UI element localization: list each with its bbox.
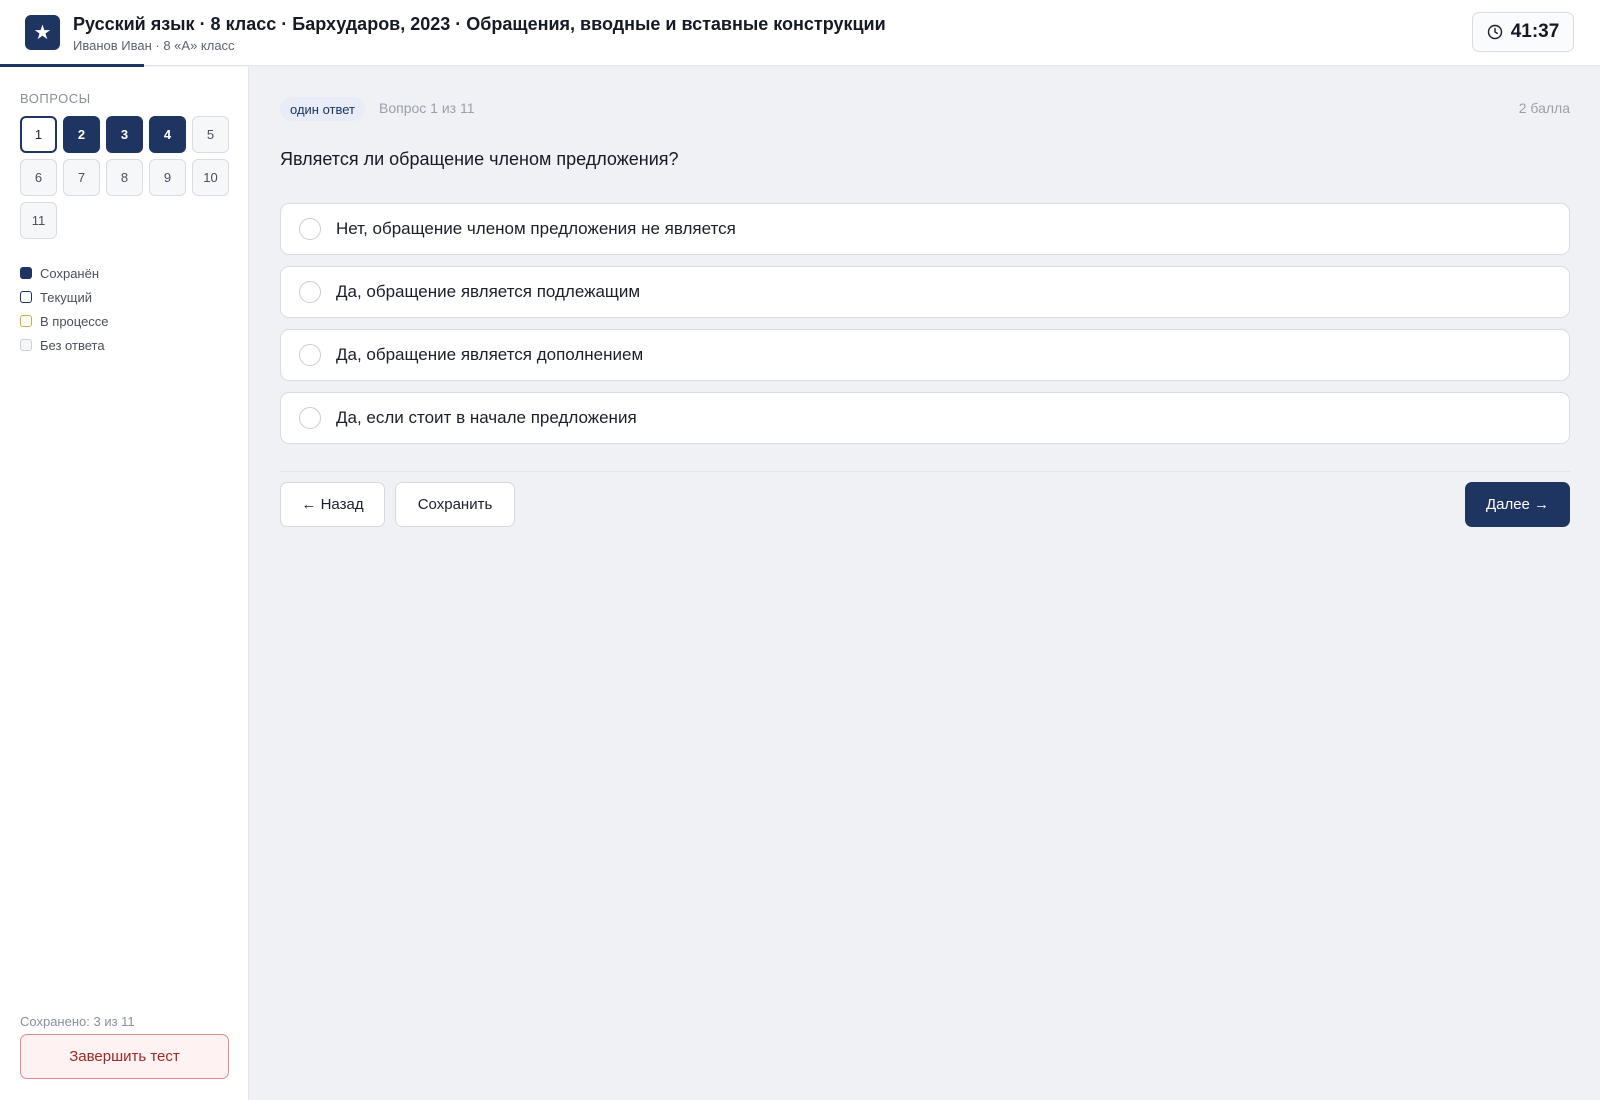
question-nav-button[interactable]: 5: [192, 116, 229, 153]
finish-test-button[interactable]: Завершить тест: [20, 1034, 229, 1079]
in-progress-swatch-icon: [20, 315, 32, 327]
answer-option[interactable]: Да, обращение является подлежащим: [280, 266, 1570, 318]
answer-option[interactable]: Нет, обращение членом предложения не явл…: [280, 203, 1570, 255]
answer-option-label: Нет, обращение членом предложения не явл…: [336, 219, 736, 238]
legend-saved-label: Сохранён: [40, 265, 100, 281]
answer-options: Нет, обращение членом предложения не явл…: [280, 203, 1570, 455]
save-button[interactable]: Сохранить: [395, 482, 515, 527]
radio-icon[interactable]: [299, 218, 321, 240]
answer-option[interactable]: Да, если стоит в начале предложения: [280, 392, 1570, 444]
question-nav-button[interactable]: 1: [20, 116, 57, 153]
legend-no-answer-label: Без ответа: [40, 337, 105, 353]
answer-option-label: Да, если стоит в начале предложения: [336, 408, 637, 427]
question-nav-button[interactable]: 11: [20, 202, 57, 239]
question-text: Является ли обращение членом предложения…: [280, 149, 679, 169]
top-header: ★ Русский язык · 8 класс · Бархударов, 2…: [0, 0, 1600, 67]
questions-heading: ВОПРОСЫ: [20, 91, 91, 106]
clock-icon: [1487, 24, 1502, 40]
question-nav-button[interactable]: 2: [63, 116, 100, 153]
question-nav-button[interactable]: 6: [20, 159, 57, 196]
legend-current-label: Текущий: [40, 289, 92, 305]
answer-option[interactable]: Да, обращение является дополнением: [280, 329, 1570, 381]
question-nav-button[interactable]: 8: [106, 159, 143, 196]
answer-option-label: Да, обращение является дополнением: [336, 345, 644, 364]
no-answer-swatch-icon: [20, 339, 32, 351]
legend-no-answer: Без ответа: [20, 333, 109, 357]
radio-icon[interactable]: [299, 344, 321, 366]
question-panel: один ответ Вопрос 1 из 11 2 балла Являет…: [250, 67, 1600, 1100]
question-sidebar: ВОПРОСЫ 1 2 3 4 5 6 7 8 9 10 11 Сохранён Текущий В…: [0, 67, 249, 1100]
next-button[interactable]: Далее →: [1465, 482, 1570, 527]
student-info: Иванов Иван · 8 «А» класс: [73, 38, 235, 53]
question-nav-button[interactable]: 3: [106, 116, 143, 153]
test-title: Русский язык · 8 класс · Бархударов, 202…: [73, 14, 886, 34]
question-nav-button[interactable]: 9: [149, 159, 186, 196]
question-navigator: 1 2 3 4 5 6 7 8 9 10 11: [20, 116, 230, 239]
timer-value: 41:37: [1510, 21, 1560, 42]
status-legend: Сохранён Текущий В процессе Без ответа: [20, 261, 109, 357]
back-button[interactable]: ← Назад: [280, 482, 385, 527]
divider: [280, 471, 1570, 472]
current-swatch-icon: [20, 291, 32, 303]
question-nav-button[interactable]: 7: [63, 159, 100, 196]
radio-icon[interactable]: [299, 407, 321, 429]
legend-in-progress-label: В процессе: [40, 313, 109, 329]
legend-in-progress: В процессе: [20, 309, 109, 333]
question-type-badge: один ответ: [280, 97, 365, 121]
question-points: 2 балла: [1518, 100, 1570, 116]
question-counter: Вопрос 1 из 11: [379, 100, 475, 116]
star-logo-icon: ★: [25, 15, 60, 50]
answer-option-label: Да, обращение является подлежащим: [336, 282, 641, 301]
timer: 41:37: [1472, 12, 1574, 52]
question-nav-button[interactable]: 4: [149, 116, 186, 153]
question-nav-button[interactable]: 10: [192, 159, 229, 196]
saved-swatch-icon: [20, 267, 32, 279]
radio-icon[interactable]: [299, 281, 321, 303]
legend-current: Текущий: [20, 285, 109, 309]
legend-saved: Сохранён: [20, 261, 109, 285]
saved-count: Сохранено: 3 из 11: [20, 1014, 135, 1029]
